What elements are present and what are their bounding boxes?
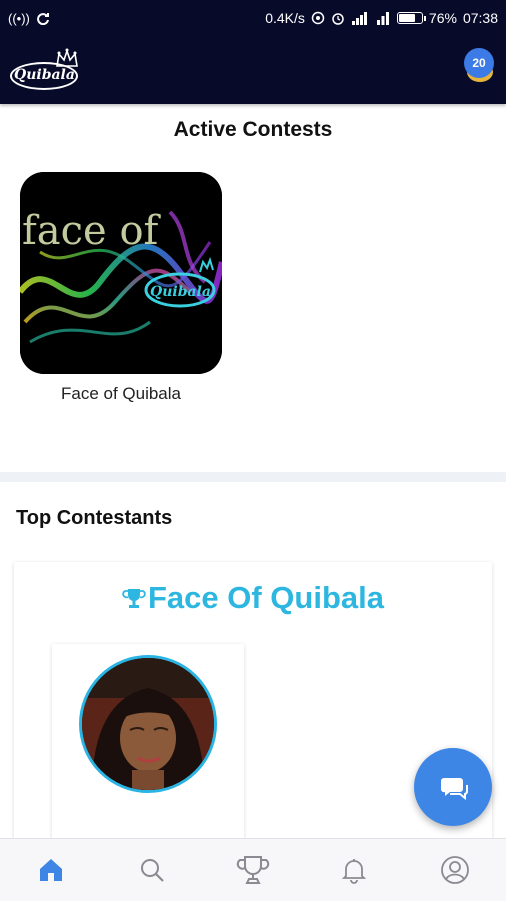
home-icon [39, 859, 62, 881]
coin-badge[interactable]: 20 [464, 48, 494, 82]
bell-icon [341, 859, 367, 884]
contestant-photo [82, 658, 214, 790]
contestant-avatar[interactable] [79, 655, 217, 793]
battery-percent: 76% [428, 10, 457, 26]
profile-icon [441, 856, 470, 884]
nav-search[interactable] [122, 845, 182, 895]
clock: 07:38 [462, 10, 498, 26]
alarm-icon [332, 13, 344, 25]
wifi-icon [376, 12, 389, 25]
active-contests-title: Active Contests [173, 118, 333, 141]
trophy-nav-icon [236, 856, 270, 884]
coin-count: 20 [464, 48, 494, 78]
contest-artwork-logo-text: Quibala [150, 284, 211, 300]
contest-artwork: face of Quibala [20, 172, 222, 374]
contestant-tile[interactable] [52, 644, 244, 864]
top-contestants-card-title: Face Of Quibala [147, 580, 384, 615]
nav-notifications[interactable] [324, 845, 384, 895]
status-bar: ((•)) 0.4K/s 76% 07:38 [0, 0, 506, 36]
contest-artwork-text: face of [22, 208, 162, 254]
app-logo[interactable]: Quibala [10, 48, 80, 92]
app-bar: Quibala 20 [0, 36, 506, 104]
trophy-icon [122, 589, 146, 608]
search-icon [140, 859, 164, 882]
battery-fill [398, 14, 416, 22]
section-divider [0, 472, 506, 482]
contest-card-image[interactable]: face of Quibala [20, 172, 222, 374]
top-contestants-card-header: Face Of Quibala [14, 580, 492, 616]
nfc-icon [311, 11, 325, 25]
top-contestants-card: Face Of Quibala [14, 562, 492, 864]
bottom-nav [0, 838, 506, 901]
crown-icon [56, 48, 78, 67]
status-bar-left: ((•)) [8, 11, 50, 26]
top-contestants-title: Top Contestants [16, 507, 173, 529]
contest-name[interactable]: Face of Quibala [20, 384, 222, 404]
hotspot-icon: ((•)) [8, 10, 30, 26]
battery-icon [396, 12, 426, 24]
nav-contests[interactable] [223, 845, 283, 895]
nav-profile[interactable] [425, 845, 485, 895]
network-speed: 0.4K/s [265, 10, 305, 26]
nav-home[interactable] [21, 845, 81, 895]
chat-button[interactable] [414, 748, 492, 826]
status-bar-right: 0.4K/s 76% 07:38 [265, 10, 498, 26]
chat-icon [440, 778, 468, 801]
signal-icon [351, 12, 367, 25]
sync-icon [36, 13, 49, 25]
